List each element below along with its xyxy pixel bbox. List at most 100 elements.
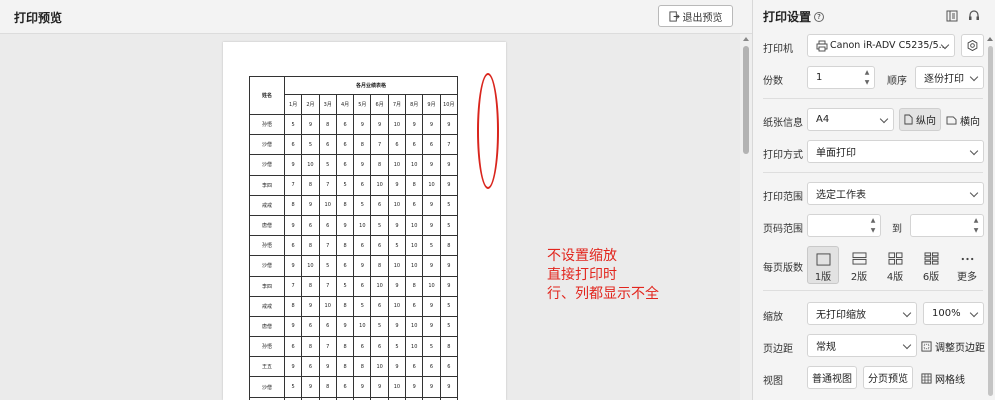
month-header: 7月 [387, 94, 407, 115]
table-cell: 6 [335, 154, 355, 176]
decrement-icon[interactable]: ▼ [864, 80, 870, 86]
table-cell: 5 [422, 336, 441, 358]
table-cell: 9 [422, 376, 441, 398]
row-name-cell: 孙悟 [249, 113, 285, 136]
layout-option-6[interactable]: 6版 [915, 246, 947, 284]
print-mode-select[interactable]: 单面打印 [807, 140, 984, 163]
one-page-icon [816, 252, 830, 266]
row-name-cell: 沙僧 [249, 154, 285, 176]
copies-input[interactable]: 1 ▲ ▼ [807, 66, 875, 89]
table-cell: 6 [335, 376, 355, 398]
table-cell: 9 [283, 255, 303, 277]
decrement-icon[interactable]: ▼ [973, 228, 979, 234]
month-header: 3月 [318, 94, 337, 115]
page-to-input[interactable]: ▲ ▼ [910, 214, 984, 237]
table-cell: 5 [353, 295, 372, 317]
paper-select[interactable]: A4 [807, 108, 894, 131]
portrait-icon [904, 114, 913, 125]
table-cell: 5 [283, 376, 303, 398]
table-cell: 6 [405, 194, 424, 216]
table-cell: 10 [370, 275, 389, 297]
table-cell: 9 [301, 113, 320, 136]
order-select[interactable]: 逐份打印 [915, 66, 984, 89]
table-cell: 7 [283, 174, 303, 196]
scroll-up-icon[interactable] [987, 37, 993, 41]
table-cell: 9 [318, 356, 337, 378]
table-cell: 9 [353, 376, 372, 398]
order-value: 逐份打印 [924, 74, 964, 85]
increment-icon[interactable]: ▲ [864, 70, 870, 76]
page-range-label: 页码范围 [763, 224, 803, 235]
landscape-button[interactable]: 横向 [946, 113, 980, 128]
table-cell: 5 [387, 336, 407, 358]
increment-icon[interactable]: ▲ [973, 218, 979, 224]
printer-settings-button[interactable] [961, 34, 984, 57]
portrait-label: 纵向 [916, 116, 936, 127]
table-cell: 9 [370, 376, 389, 398]
layout-option-2[interactable]: 2版 [843, 246, 875, 284]
month-header: 8月 [405, 94, 424, 115]
help-icon[interactable]: ? [814, 11, 825, 22]
scale-select[interactable]: 无打印缩放 [807, 302, 917, 325]
increment-icon[interactable]: ▲ [870, 218, 876, 224]
table-row: 戒戒891085610695 [249, 295, 458, 317]
table-cell: 9 [353, 154, 372, 176]
row-name-cell: 沙僧 [249, 255, 285, 277]
print-range-select[interactable]: 选定工作表 [807, 182, 984, 205]
layout-option-4[interactable]: 4版 [879, 246, 911, 284]
table-cell: 6 [370, 295, 389, 317]
row-name-cell: 李四 [249, 275, 285, 297]
scrollbar-thumb[interactable] [988, 46, 993, 396]
table-cell: 8 [318, 376, 337, 398]
table-row: 戒戒891085610695 [249, 194, 458, 216]
table-cell: 7 [318, 235, 337, 257]
table-cell: 10 [387, 194, 407, 216]
settings-scrollbar[interactable] [984, 34, 995, 400]
headset-icon[interactable] [967, 9, 981, 23]
table-cell: 8 [301, 336, 320, 358]
layout-toggle-icon[interactable] [946, 10, 958, 22]
table-cell: 10 [422, 174, 441, 196]
table-row: 沙僧 6 5 6 6 8 7 6 6 6 7 [249, 134, 458, 156]
layout-option-1[interactable]: 1版 [807, 246, 839, 284]
adjust-margin-label: 调整页边距 [935, 343, 985, 354]
printer-select[interactable]: Canon iR-ADV C5235/5... [807, 34, 955, 57]
table-cell: 10 [353, 315, 372, 338]
table-cell: 5 [370, 315, 389, 338]
exit-preview-button[interactable]: 退出预览 [658, 5, 733, 27]
table-cell: 6 [353, 275, 372, 297]
normal-view-button[interactable]: 普通视图 [807, 366, 857, 389]
month-header: 1月 [283, 94, 303, 115]
chevron-down-icon [969, 308, 979, 318]
gear-icon [967, 40, 978, 51]
layout-option-label: 1版 [814, 272, 832, 283]
table-cell: 5 [439, 214, 458, 237]
table-cell: 8 [439, 336, 458, 358]
table-cell: 5 [439, 194, 458, 216]
scroll-up-icon[interactable] [743, 37, 749, 41]
margin-select[interactable]: 常规 [807, 334, 917, 357]
divider [763, 172, 983, 173]
decrement-icon[interactable]: ▼ [870, 228, 876, 234]
table-cell: 8 [318, 113, 337, 136]
table-cell: 8 [335, 295, 355, 317]
adjust-margin-button[interactable]: 调整页边距 [921, 339, 985, 354]
print-preview-area: 打印预览 退出预览 姓名 各月业绩表格 1月 2月 3月 4月 5月 6月 7月 8月 9月 10… [0, 0, 752, 400]
table-cell: 5 [387, 235, 407, 257]
gridlines-toggle[interactable]: 网格线 [921, 371, 965, 386]
table-cell: 10 [405, 154, 424, 176]
table-cell: 6 [422, 134, 441, 156]
gridlines-label: 网格线 [935, 375, 965, 386]
scrollbar-thumb[interactable] [743, 46, 749, 154]
annotation-line: 直接打印时 [547, 267, 617, 283]
panel-title: 打印设置 ? [763, 8, 825, 25]
page-from-input[interactable]: ▲ ▼ [807, 214, 881, 237]
preview-scrollbar[interactable] [740, 34, 752, 400]
zoom-select[interactable]: 100% [923, 302, 984, 325]
layout-option-more[interactable]: 更多 [951, 246, 983, 284]
portrait-button[interactable]: 纵向 [899, 108, 941, 131]
table-cell: 9 [422, 154, 441, 176]
table-cell: 8 [353, 134, 372, 156]
table-cell: 6 [283, 336, 303, 358]
page-break-preview-button[interactable]: 分页预览 [863, 366, 913, 389]
